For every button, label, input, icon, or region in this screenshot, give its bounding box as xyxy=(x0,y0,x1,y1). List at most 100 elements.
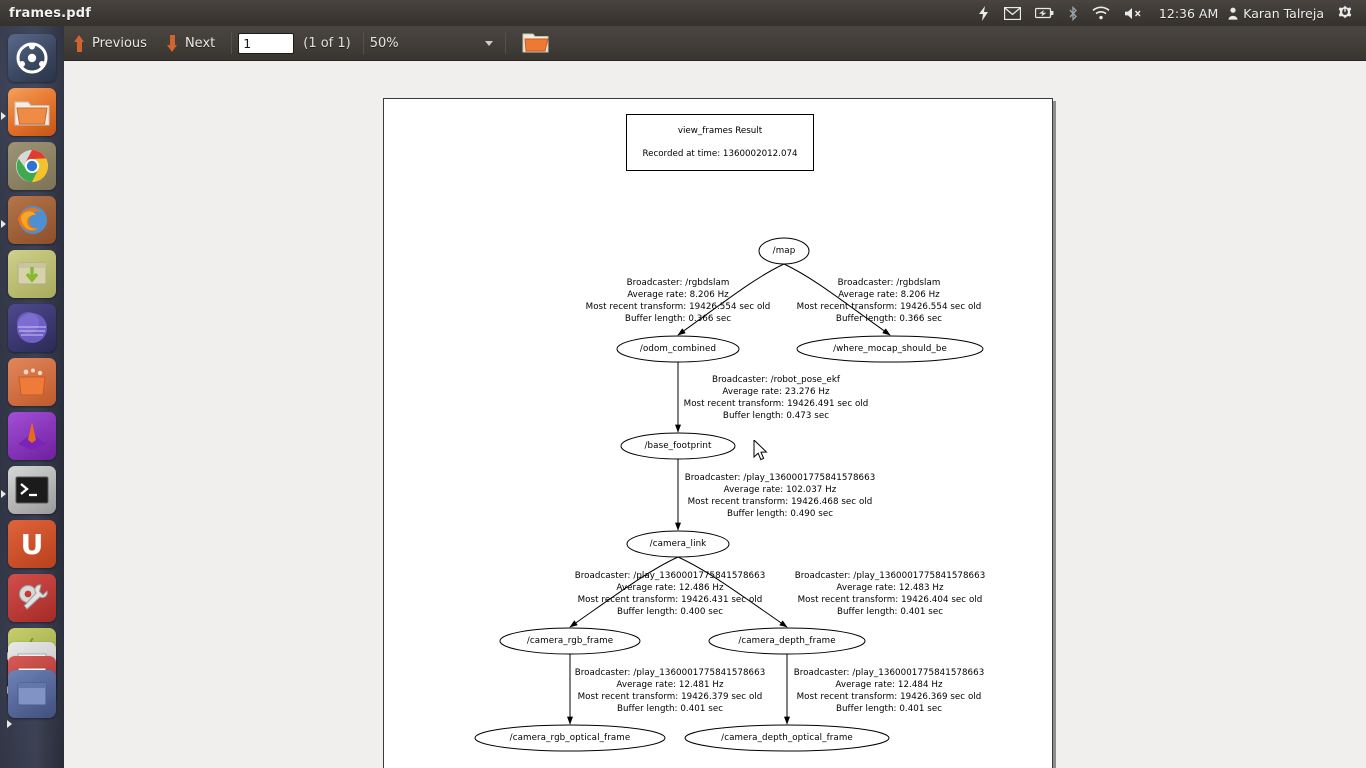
edge-recent: Most recent transform: 19426.468 sec old xyxy=(687,497,873,507)
edge-recent: Most recent transform: 19426.404 sec old xyxy=(797,595,983,605)
launcher-item-ubuntu-dash[interactable] xyxy=(8,34,56,82)
running-indicator-files xyxy=(1,112,6,120)
launcher-item-chrome[interactable] xyxy=(8,142,56,190)
open-file-button[interactable] xyxy=(512,26,560,61)
window-title: frames.pdf xyxy=(9,5,92,21)
page-number-input[interactable] xyxy=(238,32,295,54)
edge-recent: Most recent transform: 19426.554 sec old xyxy=(796,302,982,312)
system-settings-icon xyxy=(18,584,48,613)
graph-node-label-camera_depth_optical_frame: /camera_depth_optical_frame xyxy=(721,733,853,743)
launcher-item-ubuntu-one-music[interactable] xyxy=(8,358,56,406)
launcher-item-system-settings[interactable] xyxy=(8,574,56,622)
zoom-level-label: 50% xyxy=(369,35,399,51)
ubuntu-one-music-icon xyxy=(18,368,46,396)
edge-buffer: Buffer length: 0.366 sec xyxy=(624,314,732,324)
unity-u-icon: U xyxy=(21,528,44,561)
launcher-item-gnuplot[interactable] xyxy=(8,412,56,460)
wifi-icon[interactable] xyxy=(1085,0,1117,26)
edge-rate: Average rate: 12.483 Hz xyxy=(836,583,944,593)
person-icon xyxy=(1228,7,1238,20)
launcher-item-terminal[interactable] xyxy=(8,466,56,514)
edge-rate: Average rate: 102.037 Hz xyxy=(723,485,837,495)
graph-node-label-base_footprint: /base_footprint xyxy=(644,441,712,451)
edge-broadcaster: Broadcaster: /play_1360001775841578663 xyxy=(574,571,766,581)
top-panel: frames.pdf 12:36 AM Karan Talreja xyxy=(0,0,1366,26)
zoom-combobox[interactable]: 50% xyxy=(370,26,493,61)
graph-node-label-odom_combined: /odom_combined xyxy=(639,344,717,354)
folder-open-icon xyxy=(522,33,549,53)
unity-launcher: U xyxy=(0,26,64,768)
svg-text:U: U xyxy=(21,528,44,561)
edge-broadcaster: Broadcaster: /play_1360001775841578663 xyxy=(793,668,985,678)
edge-label-base-cameralink: Broadcaster: /play_1360001775841578663 Av… xyxy=(685,472,876,520)
pdf-page: view_frames Result Recorded at time: 136… xyxy=(383,98,1053,768)
next-page-button[interactable]: Next xyxy=(157,26,225,61)
battery-icon[interactable] xyxy=(1028,0,1061,26)
launcher-item-document-window-3[interactable] xyxy=(8,670,56,718)
bluetooth-icon[interactable] xyxy=(1061,0,1085,26)
edge-rate: Average rate: 23.276 Hz xyxy=(722,387,830,397)
toolbar-separator-1 xyxy=(231,32,233,54)
previous-page-label: Previous xyxy=(92,35,147,51)
document-window-3-icon xyxy=(17,682,47,706)
edge-buffer: Buffer length: 0.490 sec xyxy=(726,509,834,519)
amazon-icon xyxy=(17,312,47,343)
user-name: Karan Talreja xyxy=(1243,5,1324,21)
screen: frames.pdf 12:36 AM Karan Talreja U Prev… xyxy=(0,0,1366,768)
firefox-icon xyxy=(18,206,47,234)
graph-node-label-camera_depth_frame: /camera_depth_frame xyxy=(738,636,836,646)
edge-buffer: Buffer length: 0.401 sec xyxy=(616,704,724,714)
chrome-icon xyxy=(16,150,48,182)
edge-rate: Average rate: 12.486 Hz xyxy=(616,583,724,593)
running-indicator-docviewer-2 xyxy=(7,720,12,728)
edge-label-map-odom: Broadcaster: /rgbdslam Average rate: 8.20… xyxy=(586,277,771,325)
launcher-item-unity[interactable]: U xyxy=(8,520,56,568)
software-center-icon xyxy=(17,262,47,285)
previous-page-button[interactable]: Previous xyxy=(64,26,157,61)
edge-buffer: Buffer length: 0.473 sec xyxy=(722,411,830,421)
edge-recent: Most recent transform: 19426.491 sec old xyxy=(683,399,869,409)
graph-node-label-where_mocap_should_be: /where_mocap_should_be xyxy=(833,344,947,354)
edge-broadcaster: Broadcaster: /robot_pose_ekf xyxy=(711,375,841,385)
document-scroll-area[interactable]: view_frames Result Recorded at time: 136… xyxy=(64,62,1366,768)
edge-buffer: Buffer length: 0.401 sec xyxy=(836,607,944,617)
launcher-item-firefox[interactable] xyxy=(8,196,56,244)
graph-node-label-camera_rgb_optical_frame: /camera_rgb_optical_frame xyxy=(509,733,631,743)
edge-rate: Average rate: 12.484 Hz xyxy=(835,680,943,690)
edge-label-rgb-rgbopt: Broadcaster: /play_1360001775841578663 Av… xyxy=(575,667,766,715)
edge-buffer: Buffer length: 0.401 sec xyxy=(835,704,943,714)
edge-buffer: Buffer length: 0.400 sec xyxy=(616,607,724,617)
edge-broadcaster: Broadcaster: /play_1360001775841578663 xyxy=(574,668,766,678)
tf-tree-graph: view_frames Result Recorded at time: 136… xyxy=(384,99,1052,768)
volume-muted-icon[interactable] xyxy=(1117,0,1151,26)
chevron-down-icon[interactable] xyxy=(484,40,493,46)
running-indicator-firefox xyxy=(1,220,6,228)
launcher-item-software-center[interactable] xyxy=(8,250,56,298)
edge-label-odom-base: Broadcaster: /robot_pose_ekf Average rate… xyxy=(684,374,869,422)
arrow-down-icon xyxy=(166,34,178,52)
launcher-item-files[interactable] xyxy=(8,88,56,136)
gear-power-icon[interactable] xyxy=(1330,0,1360,26)
running-indicator-terminal xyxy=(1,490,6,498)
document-viewer-window: Previous Next (1 of 1) 50% xyxy=(64,26,1366,768)
edge-recent: Most recent transform: 19426.369 sec old xyxy=(796,692,982,702)
next-page-label: Next xyxy=(184,35,216,51)
files-icon xyxy=(14,101,50,126)
terminal-icon xyxy=(15,476,49,504)
mail-icon[interactable] xyxy=(997,0,1028,26)
edge-recent: Most recent transform: 19426.554 sec old xyxy=(585,302,771,312)
edge-label-map-mocap: Broadcaster: /rgbdslam Average rate: 8.20… xyxy=(797,277,982,325)
ubuntu-dash-icon xyxy=(16,42,48,74)
clock[interactable]: 12:36 AM xyxy=(1151,0,1226,26)
launcher-window-stack xyxy=(6,628,58,728)
edge-broadcaster: Broadcaster: /rgbdslam xyxy=(837,278,941,288)
toolbar-separator-2 xyxy=(362,32,364,54)
viewer-toolbar: Previous Next (1 of 1) 50% xyxy=(64,26,1366,61)
edge-broadcaster: Broadcaster: /rgbdslam xyxy=(626,278,730,288)
edge-broadcaster: Broadcaster: /play_1360001775841578663 xyxy=(794,571,986,581)
launcher-item-amazon[interactable] xyxy=(8,304,56,352)
edge-rate: Average rate: 12.481 Hz xyxy=(616,680,724,690)
user-menu[interactable]: Karan Talreja xyxy=(1226,0,1330,26)
graph-node-label-camera_link: /camera_link xyxy=(649,539,707,549)
power-bolt-icon[interactable] xyxy=(970,0,997,26)
